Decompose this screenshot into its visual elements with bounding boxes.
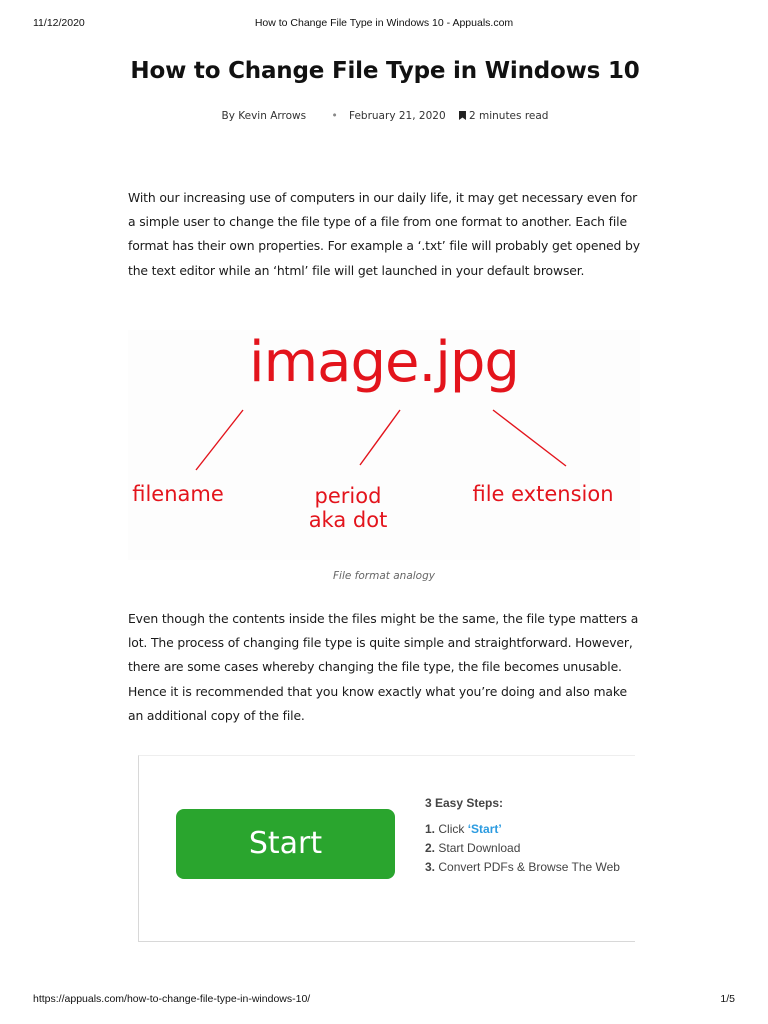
ad-steps-title: 3 Easy Steps: bbox=[425, 796, 504, 810]
figure-caption: File format analogy bbox=[333, 570, 435, 582]
pointer-line-extension bbox=[492, 409, 567, 467]
print-url: https://appuals.com/how-to-change-file-t… bbox=[33, 993, 311, 1005]
publish-date: February 21, 2020 bbox=[349, 110, 446, 122]
ad-steps: 3 Easy Steps: 1. Click ‘Start’ 2. Start … bbox=[425, 796, 620, 877]
print-page-number: 1/5 bbox=[720, 993, 735, 1005]
ad-banner[interactable]: Start 3 Easy Steps: 1. Click ‘Start’ 2. … bbox=[138, 755, 635, 942]
figure-label-period: period aka dot bbox=[288, 484, 408, 532]
ad-step: 1. Click ‘Start’ bbox=[425, 820, 620, 839]
bookmark-icon bbox=[458, 111, 466, 120]
pointer-line-filename bbox=[195, 409, 244, 471]
ad-step-highlight: ‘Start’ bbox=[467, 822, 502, 836]
ad-step-number: 3. bbox=[425, 860, 436, 874]
ad-step-text: Convert PDFs & Browse The Web bbox=[438, 860, 620, 874]
figure-label-filename: filename bbox=[132, 482, 224, 506]
pointer-line-period bbox=[359, 409, 401, 466]
ad-step-text: Click bbox=[438, 822, 468, 836]
file-format-figure: image.jpg filename period aka dot file e… bbox=[128, 330, 640, 560]
article-meta: By Kevin Arrows • February 21, 2020 2 mi… bbox=[130, 110, 640, 122]
ad-start-button[interactable]: Start bbox=[176, 809, 395, 879]
ad-step: 2. Start Download bbox=[425, 839, 620, 858]
ad-step-number: 1. bbox=[425, 822, 436, 836]
second-paragraph: Even though the contents inside the file… bbox=[128, 611, 639, 723]
article-title: How to Change File Type in Windows 10 bbox=[130, 58, 640, 84]
figure-label-period-line1: period bbox=[314, 484, 382, 508]
ad-step-number: 2. bbox=[425, 841, 436, 855]
ad-step: 3. Convert PDFs & Browse The Web bbox=[425, 858, 620, 877]
ad-step-text: Start Download bbox=[438, 841, 521, 855]
read-time: 2 minutes read bbox=[468, 110, 549, 122]
meta-separator: • bbox=[331, 110, 338, 122]
author-link[interactable]: By Kevin Arrows bbox=[222, 110, 307, 122]
intro-paragraph: With our increasing use of computers in … bbox=[128, 190, 640, 278]
print-page-title: How to Change File Type in Windows 10 - … bbox=[254, 17, 514, 29]
figure-label-extension: file extension bbox=[472, 482, 614, 506]
figure-label-period-line2: aka dot bbox=[308, 508, 388, 532]
